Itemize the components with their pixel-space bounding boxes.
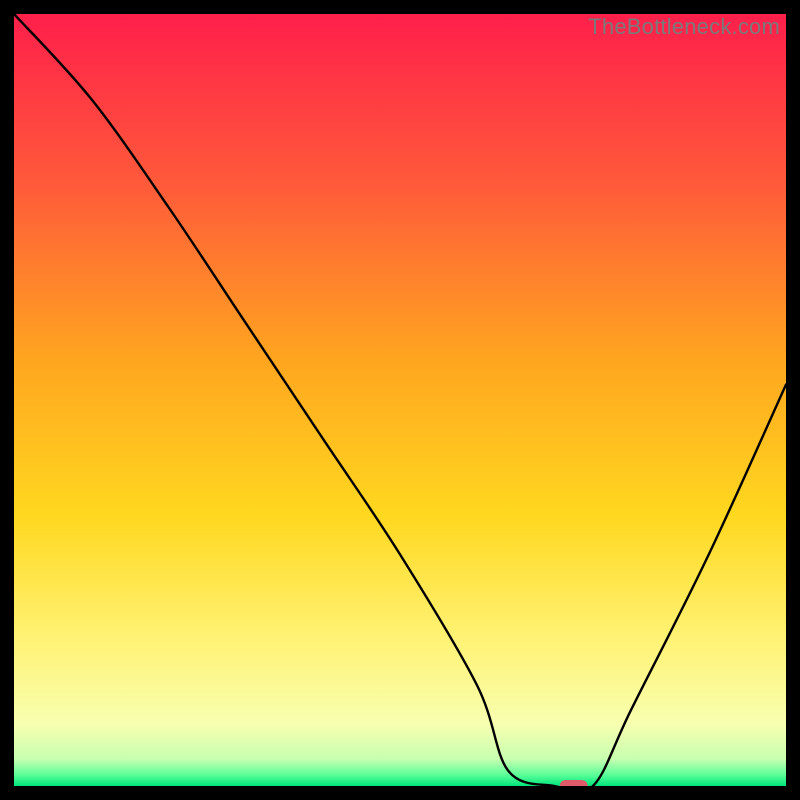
optimal-marker [560, 780, 588, 786]
chart-frame: TheBottleneck.com [14, 14, 786, 786]
watermark-text: TheBottleneck.com [588, 14, 780, 40]
gradient-background [14, 14, 786, 786]
bottleneck-chart [14, 14, 786, 786]
